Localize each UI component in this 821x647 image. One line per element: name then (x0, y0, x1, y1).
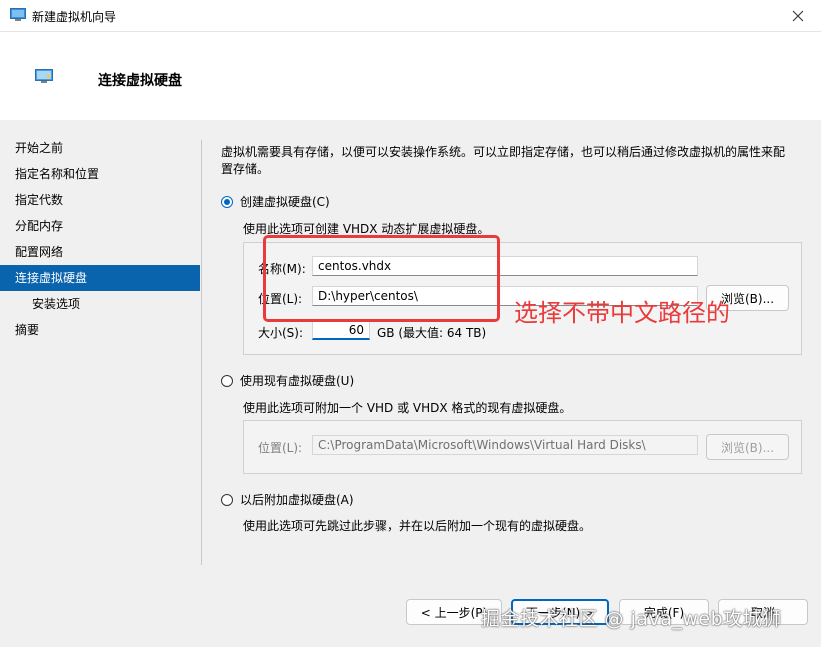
annotation-highlight-box (263, 235, 500, 322)
hard-disk-icon (35, 69, 53, 83)
wizard-steps-nav: 开始之前 指定名称和位置 指定代数 分配内存 配置网络 连接虚拟硬盘 安装选项 … (0, 135, 200, 343)
nav-item-generation[interactable]: 指定代数 (0, 187, 200, 213)
nav-item-network[interactable]: 配置网络 (0, 239, 200, 265)
title-bar: 新建虚拟机向导 (0, 0, 821, 31)
existing-disk-radio[interactable] (221, 374, 233, 387)
create-disk-option[interactable]: 创建虚拟硬盘(C) (221, 193, 330, 210)
hyper-v-icon (10, 8, 26, 21)
page-description: 虚拟机需要具有存储，以便可以安装操作系统。可以立即指定存储，也可以稍后通过修改虚… (221, 145, 786, 176)
page-title: 连接虚拟硬盘 (98, 73, 182, 89)
size-input[interactable]: 60 (312, 320, 370, 340)
nav-item-memory[interactable]: 分配内存 (0, 213, 200, 239)
nav-item-virtual-disk[interactable]: 连接虚拟硬盘 (0, 265, 200, 291)
annotation-text: 选择不带中文路径的 (514, 299, 730, 327)
existing-disk-group: 位置(L): C:\ProgramData\Microsoft\Windows\… (243, 420, 802, 474)
create-disk-label: 创建虚拟硬盘(C) (240, 195, 330, 209)
wizard-header: 连接虚拟硬盘 (0, 31, 821, 121)
size-unit-label: GB (最大值: 64 TB) (377, 326, 487, 340)
close-icon (792, 10, 804, 21)
attach-later-radio[interactable] (221, 493, 233, 506)
watermark-text: 掘金技术社区 @ java_web攻城狮 (481, 608, 782, 630)
close-button[interactable] (775, 0, 821, 31)
existing-location-label: 位置(L): (258, 441, 303, 455)
existing-browse-button[interactable]: 浏览(B)... (706, 434, 789, 460)
wizard-body: 开始之前 指定名称和位置 指定代数 分配内存 配置网络 连接虚拟硬盘 安装选项 … (0, 120, 821, 647)
nav-item-install-options[interactable]: 安装选项 (0, 291, 200, 317)
attach-later-hint: 使用此选项可先跳过此步骤，并在以后附加一个现有的虚拟硬盘。 (243, 519, 592, 533)
existing-disk-option[interactable]: 使用现有虚拟硬盘(U) (221, 372, 354, 389)
nav-divider (201, 140, 202, 565)
attach-later-option[interactable]: 以后附加虚拟硬盘(A) (221, 491, 354, 508)
attach-later-label: 以后附加虚拟硬盘(A) (240, 493, 354, 507)
existing-location-input[interactable]: C:\ProgramData\Microsoft\Windows\Virtual… (312, 435, 698, 455)
nav-item-summary[interactable]: 摘要 (0, 317, 200, 343)
existing-disk-label: 使用现有虚拟硬盘(U) (240, 374, 355, 388)
size-label: 大小(S): (258, 326, 304, 340)
nav-item-before-you-begin[interactable]: 开始之前 (0, 135, 200, 161)
window-title: 新建虚拟机向导 (32, 10, 117, 24)
nav-item-name-location[interactable]: 指定名称和位置 (0, 161, 200, 187)
create-disk-radio[interactable] (221, 195, 233, 208)
existing-disk-hint: 使用此选项可附加一个 VHD 或 VHDX 格式的现有虚拟硬盘。 (243, 401, 572, 415)
